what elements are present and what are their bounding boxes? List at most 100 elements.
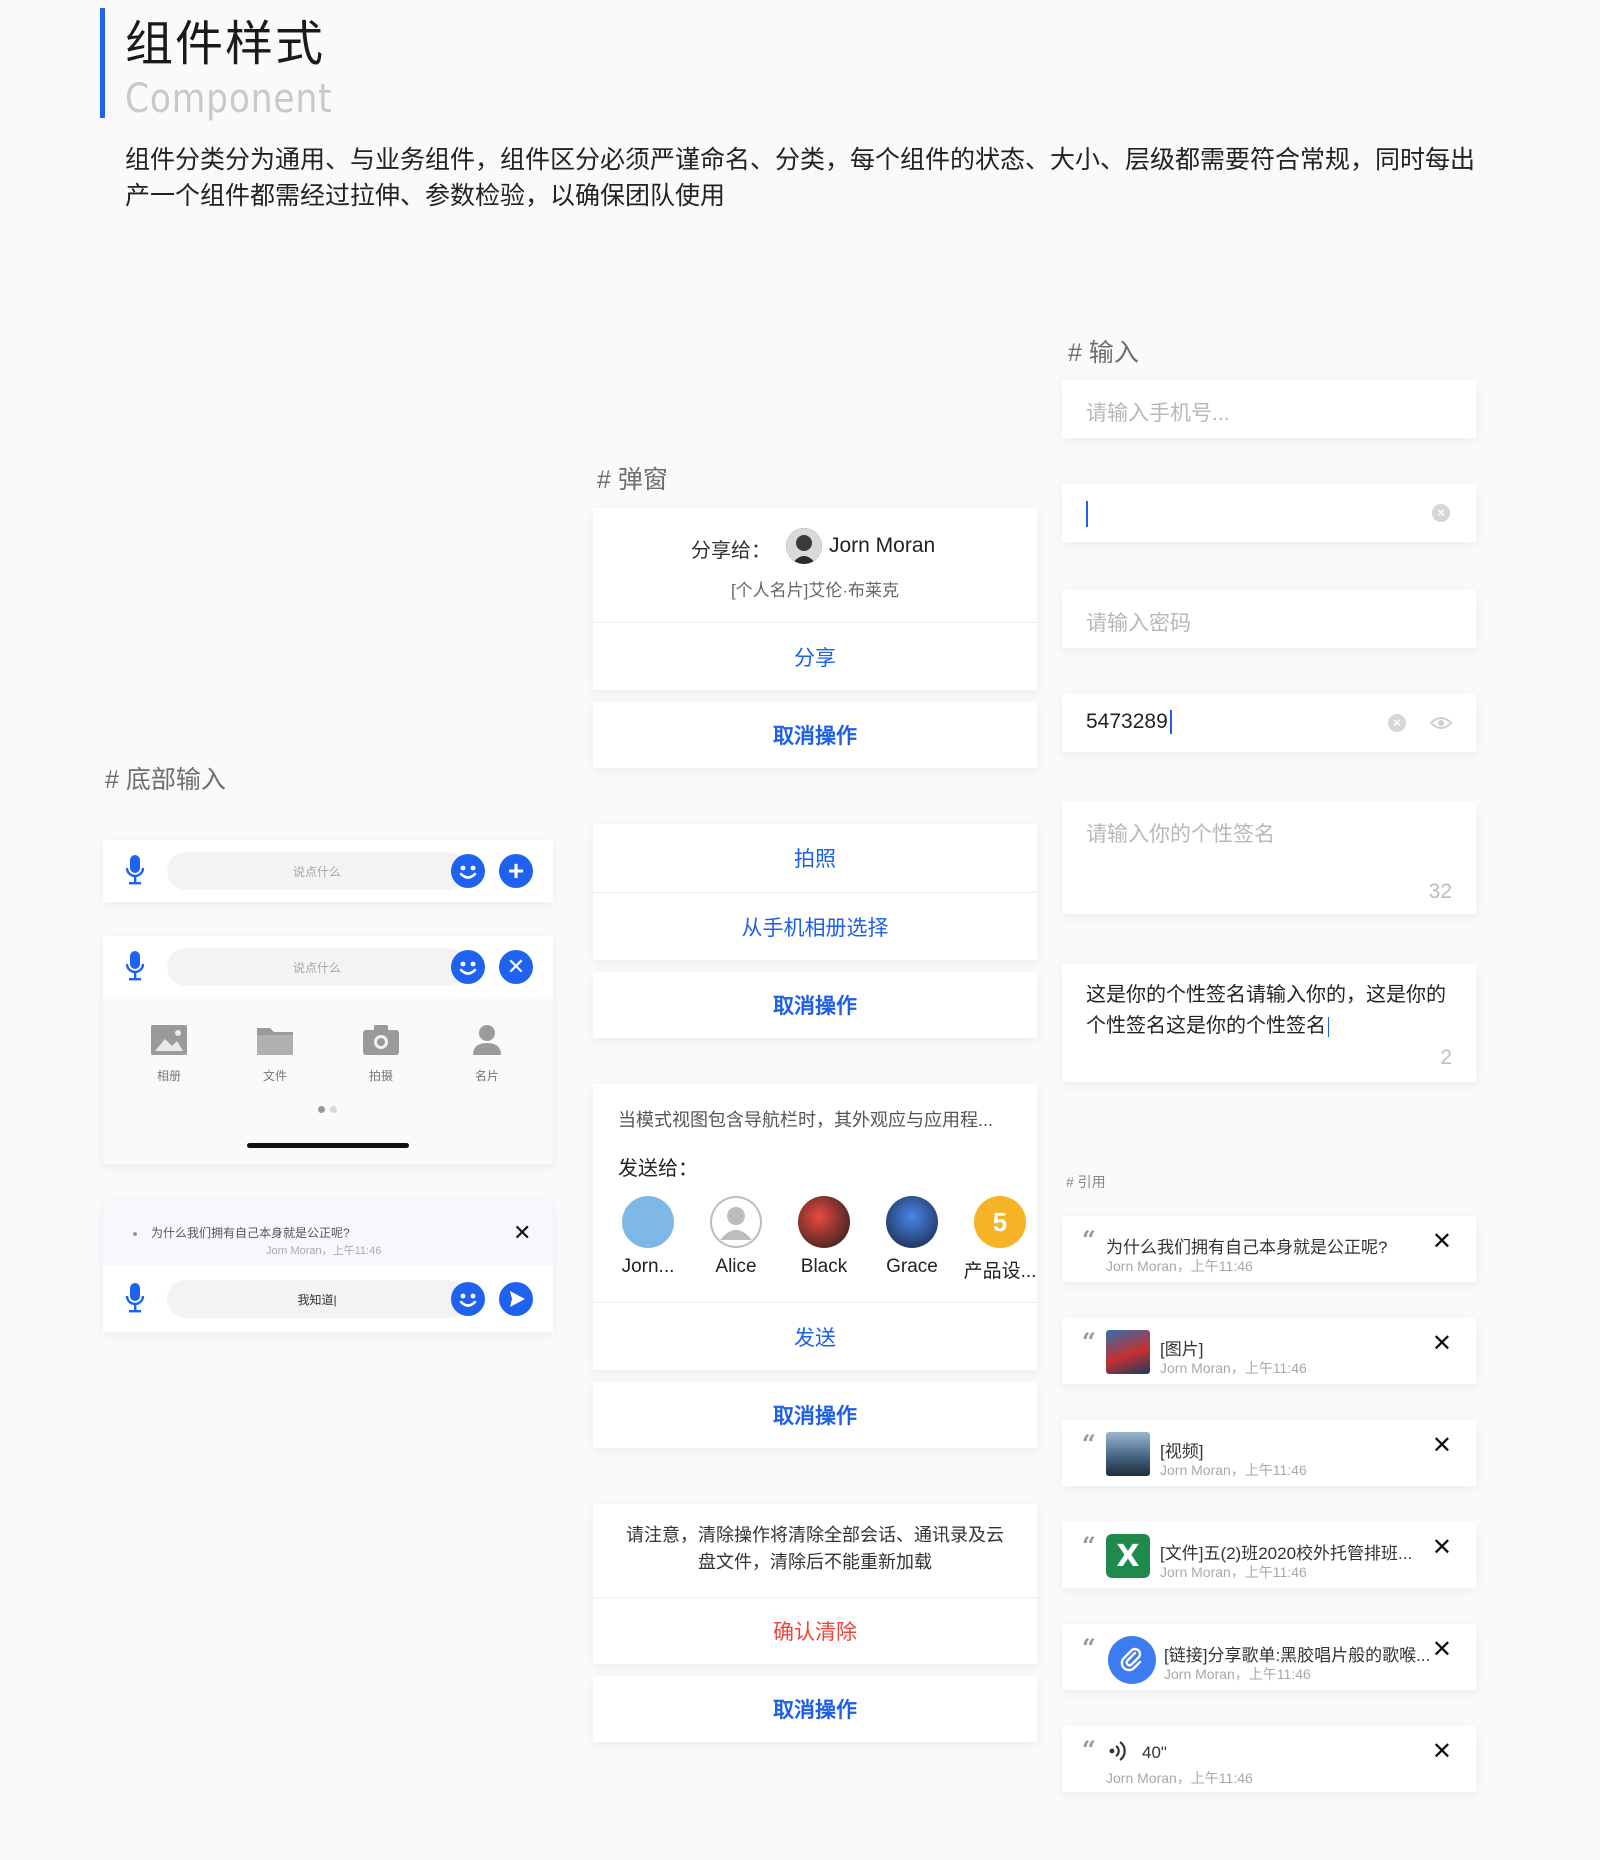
quote-meta: Jorn Moran，上午11:46 [1106, 1770, 1253, 1786]
close-icon[interactable]: ✕ [1432, 1638, 1452, 1662]
contact-item[interactable]: Black [784, 1196, 864, 1278]
microphone-icon[interactable] [125, 1282, 145, 1314]
take-photo-button[interactable]: 拍照 [593, 824, 1037, 892]
share-to-label: 分享给： [691, 540, 771, 562]
contact-name: Grace [886, 1256, 938, 1277]
send-icon[interactable] [499, 1282, 533, 1316]
contact-name: 产品设... [963, 1261, 1037, 1282]
image-thumbnail [1106, 1330, 1150, 1374]
contact-item[interactable]: Grace [872, 1196, 952, 1278]
message-input[interactable]: 说点什么 [167, 948, 467, 986]
signature-placeholder: 请输入你的个性签名 [1086, 823, 1275, 846]
quote-item[interactable]: “ [链接]分享歌单:黑胶唱片般的歌喉... Jorn Moran，上午11:4… [1062, 1624, 1476, 1690]
bottom-input-panel: 说点什么 ✕ 相册 文件 拍摄 名片 [103, 936, 553, 1164]
focused-input[interactable]: × [1062, 484, 1476, 542]
warning-text: 请注意，清除操作将清除全部会话、通讯录及云盘文件，清除后不能重新加载 [626, 1525, 1004, 1572]
phone-placeholder: 请输入手机号... [1086, 402, 1230, 425]
signature-filled-textarea[interactable]: 这是你的个性签名请输入你的，这是你的个性签名这是你的个性签名 2 [1062, 964, 1476, 1082]
password-value: 5473289 [1086, 710, 1172, 735]
avatar: 5 [974, 1196, 1026, 1248]
emoji-icon[interactable] [451, 854, 485, 888]
password-input[interactable]: 请输入密码 [1062, 590, 1476, 648]
char-counter: 2 [1440, 1046, 1452, 1069]
share-card-text: [个人名片]艾伦·布莱克 [730, 581, 900, 600]
tool-contact[interactable]: 名片 [457, 1024, 517, 1084]
share-button[interactable]: 分享 [593, 623, 1037, 690]
quote-mark-icon: “ [1082, 1735, 1096, 1764]
quote-title: [图片] [1160, 1340, 1204, 1359]
tool-file[interactable]: 文件 [245, 1024, 305, 1084]
quote-mark-icon: “ [1082, 1225, 1096, 1254]
cancel-button[interactable]: 取消操作 [593, 1676, 1037, 1742]
confirm-clear-button[interactable]: 确认清除 [593, 1598, 1037, 1664]
folder-icon [257, 1028, 293, 1055]
message-input[interactable]: 说点什么 [167, 852, 467, 890]
microphone-icon[interactable] [125, 950, 145, 982]
close-icon[interactable]: ✕ [1432, 1230, 1452, 1254]
share-dialog: 分享给： Jorn Moran [个人名片]艾伦·布莱克 分享 [593, 508, 1037, 690]
contact-item[interactable]: Alice [696, 1196, 776, 1278]
send-button[interactable]: 发送 [593, 1303, 1037, 1370]
choose-album-button[interactable]: 从手机相册选择 [593, 893, 1037, 960]
quote-dot [133, 1232, 137, 1236]
quote-meta: Jorn Moran，上午11:46 [1160, 1462, 1307, 1478]
close-icon[interactable]: ✕ [1432, 1740, 1452, 1764]
section-label-popup: # 弹窗 [597, 466, 668, 494]
cancel-button[interactable]: 取消操作 [593, 702, 1037, 768]
contact-icon [473, 1025, 501, 1055]
close-icon[interactable]: ✕ [1432, 1332, 1452, 1356]
contact-name: Alice [715, 1256, 757, 1277]
image-icon [151, 1025, 187, 1055]
close-icon[interactable]: ✕ [1432, 1434, 1452, 1458]
avatar [710, 1196, 762, 1248]
close-icon[interactable]: ✕ [513, 1220, 531, 1246]
page-subtitle: Component [125, 76, 333, 122]
section-label-bottom-input: # 底部输入 [105, 766, 226, 794]
signature-textarea[interactable]: 请输入你的个性签名 32 [1062, 802, 1476, 914]
emoji-icon[interactable] [451, 950, 485, 984]
tool-label: 文件 [262, 1069, 287, 1083]
emoji-icon[interactable] [451, 1282, 485, 1316]
avatar [886, 1196, 938, 1248]
video-thumbnail [1106, 1432, 1150, 1476]
quote-meta: Jorn Moran，上午11:46 [266, 1245, 382, 1257]
home-indicator [247, 1143, 409, 1148]
tool-label: 名片 [474, 1069, 499, 1083]
quote-item[interactable]: “ [视频] Jorn Moran，上午11:46 ✕ [1062, 1420, 1476, 1486]
tool-camera[interactable]: 拍摄 [351, 1024, 411, 1084]
plus-icon[interactable]: + [499, 854, 533, 888]
quote-item[interactable]: “ 40" Jorn Moran，上午11:46 ✕ [1062, 1726, 1476, 1792]
clear-icon[interactable]: × [1432, 504, 1450, 522]
phone-input[interactable]: 请输入手机号... [1062, 380, 1476, 438]
quote-item[interactable]: “ [图片] Jorn Moran，上午11:46 ✕ [1062, 1318, 1476, 1384]
quote-item[interactable]: “ X [文件]五(2)班2020校外托管排班... Jorn Moran，上午… [1062, 1522, 1476, 1588]
quote-meta: Jorn Moran，上午11:46 [1160, 1360, 1307, 1376]
close-icon[interactable]: ✕ [499, 950, 533, 984]
modal-text: 当模式视图包含导航栏时，其外观应与应用程... [618, 1110, 994, 1130]
quote-meta: Jorn Moran，上午11:46 [1106, 1258, 1253, 1274]
password-filled-input[interactable]: 5473289 × [1062, 694, 1476, 752]
page-indicator-dot [318, 1106, 325, 1113]
char-counter: 32 [1428, 880, 1452, 903]
quote-mark-icon: “ [1082, 1531, 1096, 1560]
eye-icon[interactable] [1430, 716, 1452, 730]
close-icon[interactable]: ✕ [1432, 1536, 1452, 1560]
quote-item[interactable]: “ 为什么我们拥有自己本身就是公正呢? Jorn Moran，上午11:46 ✕ [1062, 1216, 1476, 1282]
quote-title: [链接]分享歌单:黑胶唱片般的歌喉... [1164, 1646, 1431, 1665]
tool-album[interactable]: 相册 [139, 1024, 199, 1084]
clear-icon[interactable]: × [1388, 714, 1406, 732]
text-caret [1086, 501, 1088, 527]
microphone-icon[interactable] [125, 854, 145, 886]
quote-mark-icon: “ [1082, 1327, 1096, 1356]
contact-name: Jorn... [621, 1256, 675, 1277]
send-to-label: 发送给： [618, 1158, 698, 1180]
page-title: 组件样式 [125, 18, 326, 71]
message-input[interactable]: 我知道| [167, 1280, 467, 1318]
input-row: 我知道| [103, 1266, 553, 1332]
cancel-button[interactable]: 取消操作 [593, 972, 1037, 1038]
contact-item[interactable]: Jorn... [608, 1196, 688, 1278]
tool-label: 相册 [156, 1069, 181, 1083]
contact-item[interactable]: 5 产品设... [960, 1196, 1040, 1283]
avatar [622, 1196, 674, 1248]
cancel-button[interactable]: 取消操作 [593, 1382, 1037, 1448]
